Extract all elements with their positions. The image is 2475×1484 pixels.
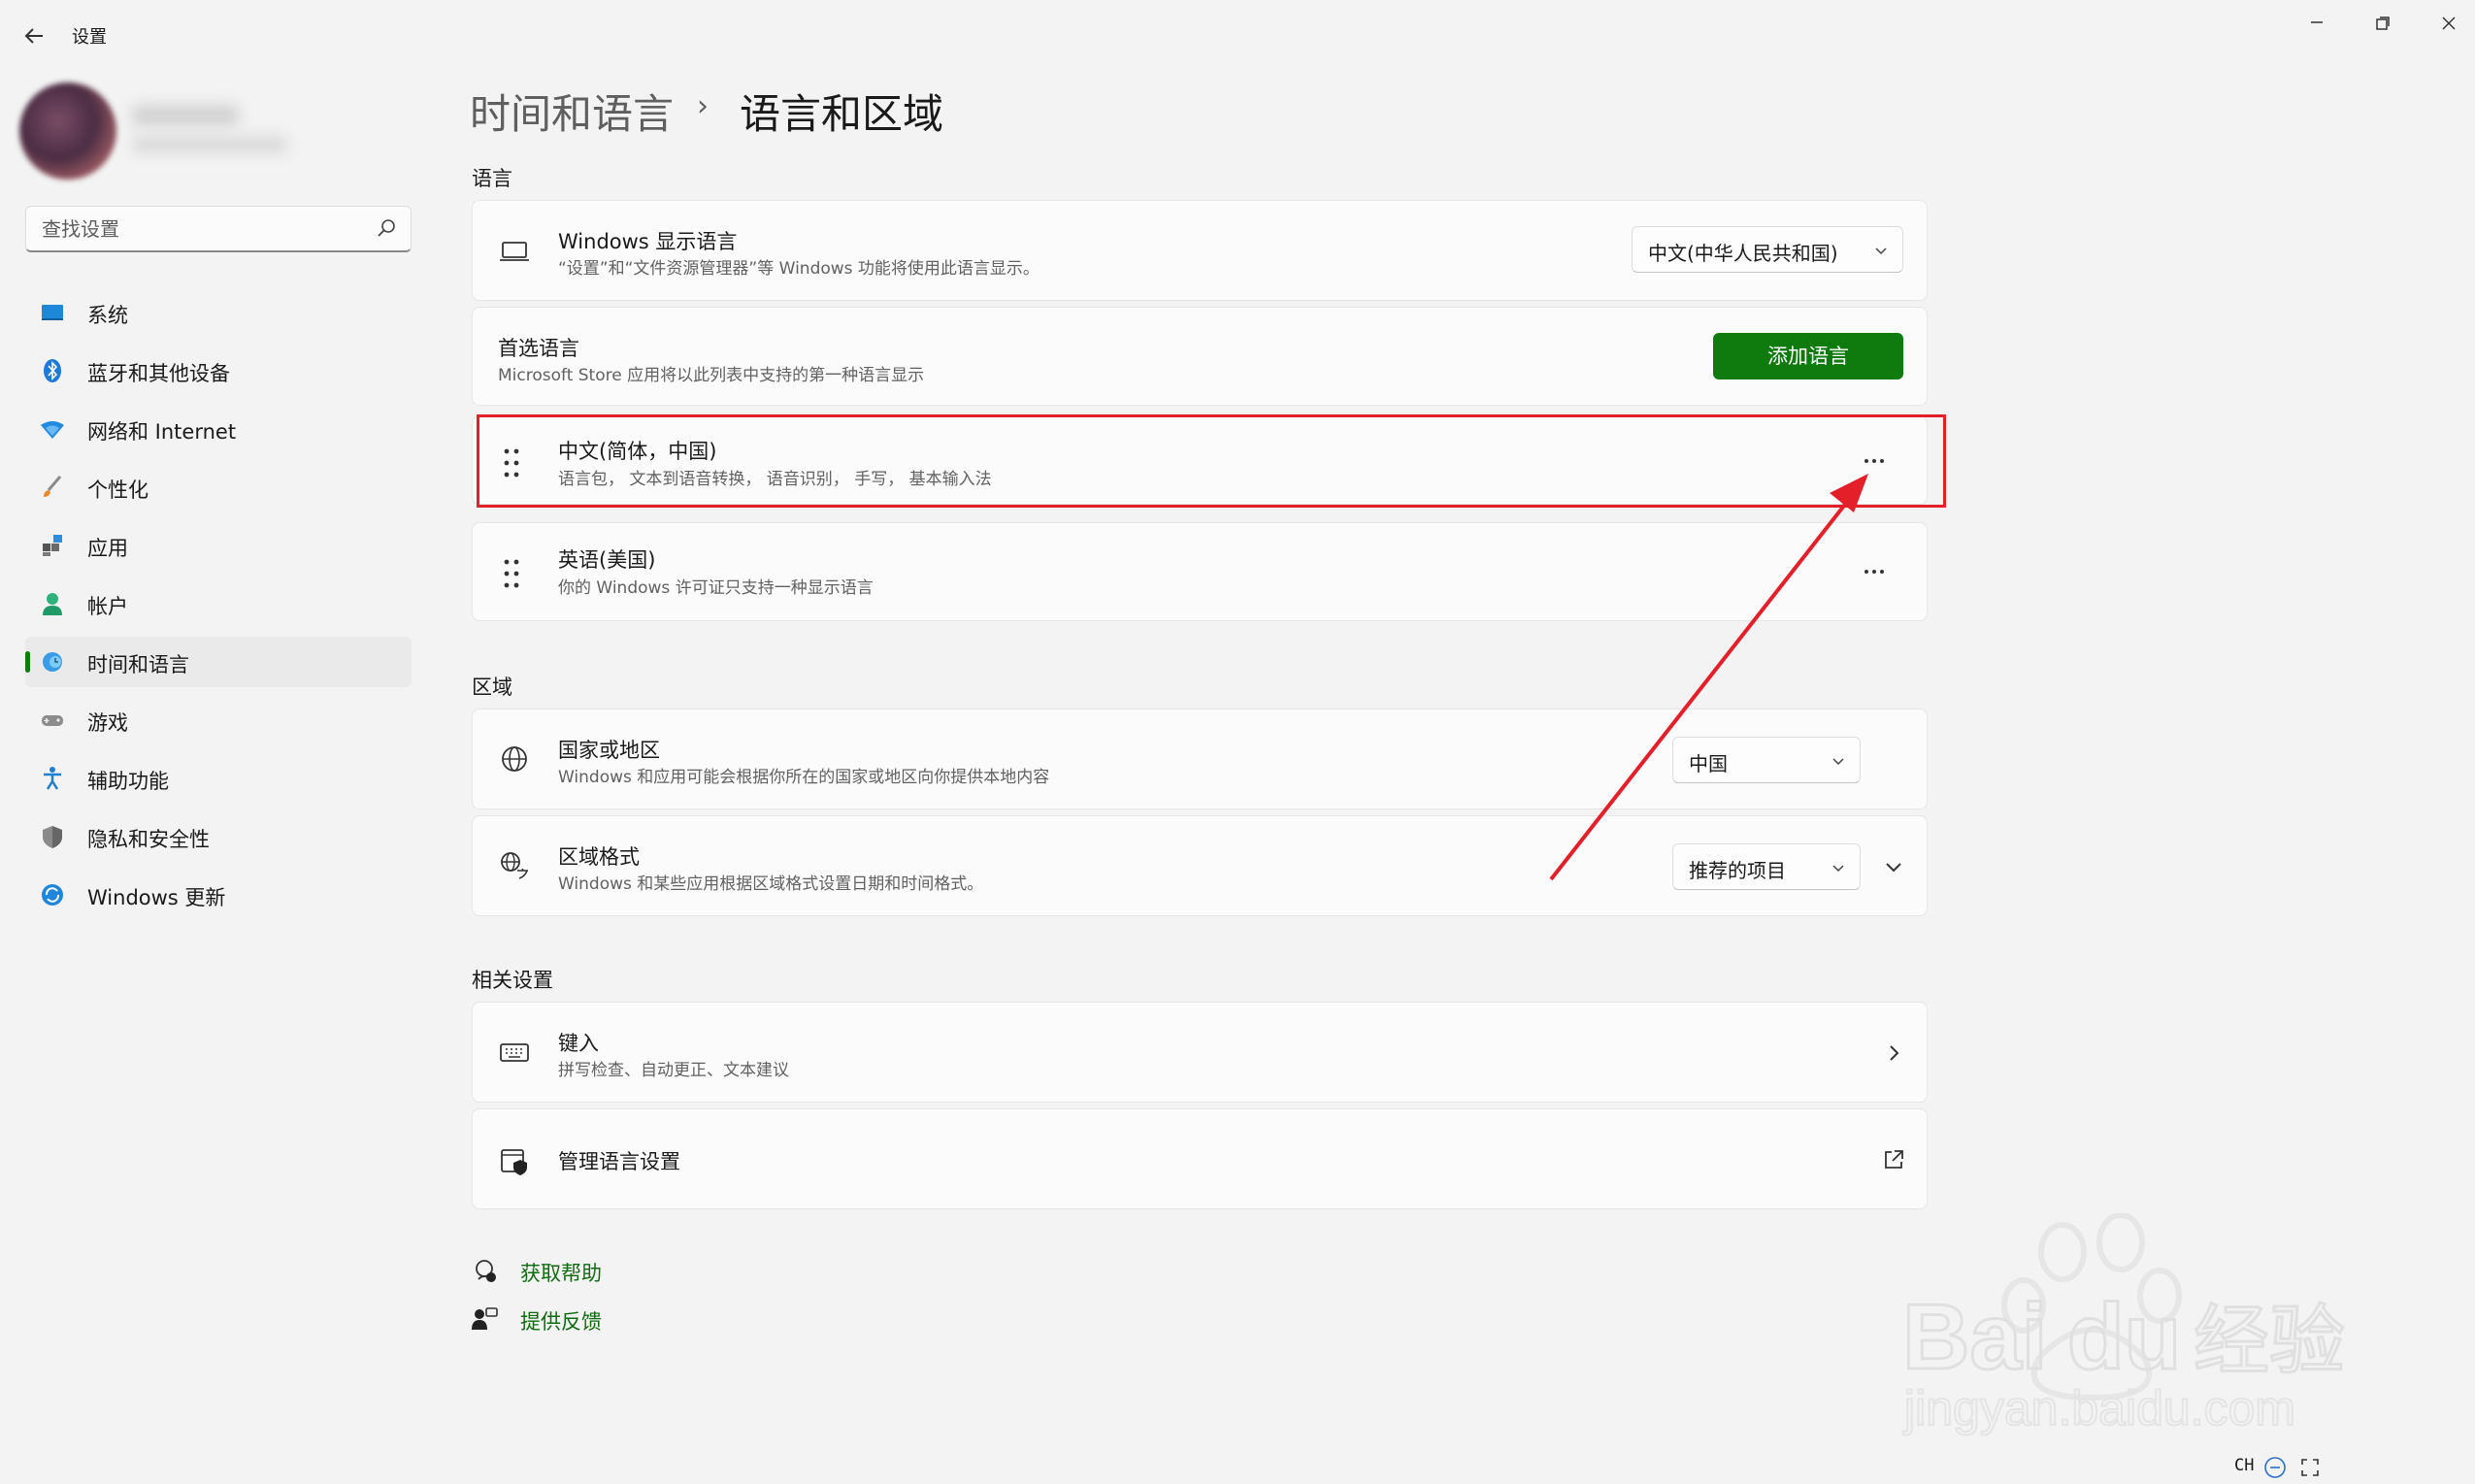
sidebar-item-privacy[interactable]: 隐私和安全性 (25, 811, 412, 862)
baidu-jingyan-watermark: Bai du 经验 jingyan.baidu.com (1901, 1213, 2347, 1436)
sidebar-item-personalization[interactable]: 个性化 (25, 462, 412, 512)
display-language-subtitle: “设置”和“文件资源管理器”等 Windows 功能将使用此语言显示。 (558, 259, 1040, 279)
typing-title: 键入 (558, 1032, 599, 1055)
sidebar-item-label: 蓝牙和其他设备 (87, 362, 230, 385)
svg-text:jingyan.baidu.com: jingyan.baidu.com (1902, 1381, 2295, 1435)
section-language-label: 语言 (472, 167, 512, 190)
section-region-label: 区域 (472, 676, 512, 699)
update-icon (42, 884, 63, 906)
country-region-title: 国家或地区 (558, 739, 660, 762)
manage-language-settings-title: 管理语言设置 (558, 1150, 680, 1173)
feedback-icon (472, 1307, 498, 1330)
preferred-language-subtitle: Microsoft Store 应用将以此列表中支持的第一种语言显示 (498, 366, 925, 385)
restore-icon (2376, 16, 2390, 30)
search-icon (378, 219, 395, 237)
page-title: 语言和区域 (740, 90, 944, 138)
expand-chevron-icon[interactable] (1880, 853, 1907, 880)
gamepad-icon (42, 715, 63, 726)
sidebar-item-apps[interactable]: 应用 (25, 520, 412, 571)
country-region-subtitle: Windows 和应用可能会根据你所在的国家或地区向你提供本地内容 (558, 768, 1050, 787)
svg-text:du: du (2067, 1285, 2181, 1389)
drag-handle-icon[interactable] (502, 558, 521, 589)
regional-format-title: 区域格式 (558, 845, 640, 869)
external-link-icon (1885, 1150, 1903, 1169)
manage-language-settings-card[interactable]: 管理语言设置 (472, 1108, 1928, 1209)
apps-icon (43, 535, 62, 556)
feedback-link[interactable]: 提供反馈 (520, 1306, 602, 1336)
preferred-language-title: 首选语言 (498, 337, 579, 360)
breadcrumb-separator: › (697, 89, 709, 123)
chevron-right-icon (1890, 1045, 1899, 1061)
monitor-icon (42, 305, 63, 320)
display-language-card: Windows 显示语言 “设置”和“文件资源管理器”等 Windows 功能将… (472, 200, 1928, 301)
regional-format-icon (501, 852, 528, 879)
preferred-language-card: 首选语言 Microsoft Store 应用将以此列表中支持的第一种语言显示 … (472, 307, 1928, 406)
bluetooth-icon (44, 359, 61, 382)
restore-button[interactable] (2359, 10, 2407, 49)
globe-clock-icon (43, 652, 62, 672)
admin-settings-icon (501, 1149, 527, 1175)
sidebar-item-label: 应用 (87, 537, 128, 560)
display-language-value: 中文(中华人民共和国) (1648, 242, 1838, 265)
sidebar-item-label: Windows 更新 (87, 886, 226, 909)
sidebar-item-system[interactable]: 系统 (25, 287, 412, 338)
sidebar-item-label: 网络和 Internet (87, 420, 237, 444)
chevron-down-icon (1875, 247, 1887, 255)
active-indicator (25, 651, 30, 673)
typing-card[interactable]: 键入 拼写检查、自动更正、文本建议 (472, 1002, 1928, 1103)
regional-format-subtitle: Windows 和某些应用根据区域格式设置日期和时间格式。 (558, 874, 984, 894)
expand-icon[interactable] (2298, 1456, 2322, 1479)
sidebar-item-label: 系统 (87, 304, 128, 327)
sidebar-item-accessibility[interactable]: 辅助功能 (25, 753, 412, 804)
user-name-blurred (132, 105, 239, 126)
shield-icon (43, 826, 62, 848)
svg-text:经验: 经验 (2194, 1298, 2345, 1385)
language-item-title: 英语(美国) (558, 548, 656, 572)
section-related-label: 相关设置 (472, 969, 553, 992)
brush-icon (44, 476, 62, 497)
close-button[interactable] (2425, 10, 2473, 49)
keyboard-icon (500, 1043, 529, 1062)
close-icon (2442, 16, 2456, 30)
svg-text:Bai: Bai (1902, 1285, 2047, 1389)
sidebar-item-gaming[interactable]: 游戏 (25, 695, 412, 745)
app-title: 设置 (72, 27, 107, 48)
back-arrow-icon (24, 28, 43, 44)
minimize-icon (2311, 21, 2323, 23)
search-input[interactable] (40, 214, 364, 244)
wifi-icon (41, 421, 64, 439)
sidebar-item-time-language[interactable]: 时间和语言 (25, 637, 412, 687)
person-icon (43, 593, 62, 615)
avatar[interactable] (19, 82, 116, 180)
sidebar-item-bluetooth[interactable]: 蓝牙和其他设备 (25, 346, 412, 396)
typing-subtitle: 拼写检查、自动更正、文本建议 (558, 1061, 789, 1080)
sidebar-item-label: 个性化 (87, 478, 148, 502)
display-language-select[interactable]: 中文(中华人民共和国) (1632, 226, 1903, 273)
globe-icon (502, 746, 527, 772)
search-box[interactable] (25, 206, 412, 252)
sidebar-item-label: 辅助功能 (87, 770, 169, 793)
ime-mode-icon[interactable] (2263, 1456, 2287, 1479)
sidebar-item-network[interactable]: 网络和 Internet (25, 404, 412, 454)
back-button[interactable] (17, 19, 50, 52)
accessibility-icon (44, 767, 61, 790)
sidebar-item-label: 游戏 (87, 711, 128, 735)
language-item-subtitle: 你的 Windows 许可证只支持一种显示语言 (558, 578, 874, 598)
ime-indicator[interactable]: CH (2234, 1456, 2254, 1475)
annotation-arrow (1549, 474, 1868, 881)
get-help-link[interactable]: 获取帮助 (520, 1258, 602, 1287)
user-email-blurred (132, 136, 287, 153)
sidebar-item-label: 隐私和安全性 (87, 828, 210, 851)
add-language-button[interactable]: 添加语言 (1713, 333, 1903, 379)
display-language-title: Windows 显示语言 (558, 230, 738, 253)
sidebar-item-windows-update[interactable]: Windows 更新 (25, 870, 412, 920)
laptop-icon (500, 242, 529, 261)
sidebar-item-label: 帐户 (87, 595, 128, 618)
breadcrumb-parent[interactable]: 时间和语言 (470, 82, 674, 141)
get-help-icon (476, 1260, 496, 1282)
minimize-button[interactable] (2293, 10, 2341, 49)
sidebar-item-label: 时间和语言 (87, 653, 189, 676)
sidebar-item-accounts[interactable]: 帐户 (25, 578, 412, 629)
